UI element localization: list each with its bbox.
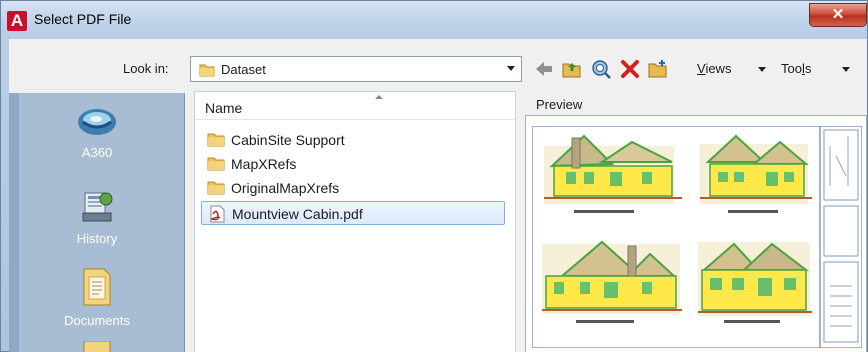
- search-web-icon[interactable]: [591, 59, 613, 79]
- file-name: Mountview Cabin.pdf: [232, 206, 363, 222]
- title-bar[interactable]: A Select PDF File ✕: [1, 1, 867, 39]
- chevron-down-icon: [507, 66, 515, 71]
- column-header-label: Name: [205, 100, 243, 116]
- back-arrow-icon[interactable]: [533, 59, 555, 79]
- place-label: Documents: [64, 313, 130, 328]
- file-list[interactable]: Name CabinSite Support MapXRefs Original…: [194, 91, 516, 352]
- place-history[interactable]: History: [19, 189, 175, 246]
- preview-label: Preview: [536, 97, 583, 112]
- look-in-value: Dataset: [221, 62, 266, 77]
- look-in-toolbar: Look in: Dataset Views Tools: [9, 53, 867, 85]
- pdf-file-icon: [209, 205, 225, 223]
- views-chevron-down-icon[interactable]: [758, 67, 766, 72]
- folder-icon: [83, 341, 111, 352]
- new-folder-icon[interactable]: [647, 59, 669, 79]
- list-item[interactable]: CabinSite Support: [201, 128, 505, 152]
- autocad-app-icon: A: [7, 11, 27, 31]
- tools-button[interactable]: Tools: [781, 61, 811, 76]
- documents-icon: [83, 268, 111, 306]
- place-a360[interactable]: A360: [19, 105, 175, 160]
- list-item-selected[interactable]: Mountview Cabin.pdf: [201, 201, 505, 225]
- file-name: MapXRefs: [231, 156, 297, 172]
- places-bar: A360 History Documents: [9, 93, 185, 352]
- places-panel: A360 History Documents: [19, 93, 175, 352]
- column-header-name[interactable]: Name: [195, 92, 515, 120]
- tools-chevron-down-icon[interactable]: [842, 67, 850, 72]
- up-folder-icon[interactable]: [561, 59, 583, 79]
- list-item[interactable]: MapXRefs: [201, 152, 505, 176]
- file-name: CabinSite Support: [231, 132, 345, 148]
- select-pdf-file-dialog: A Select PDF File ✕ Look in: Dataset Vie…: [0, 0, 868, 352]
- list-item[interactable]: OriginalMapXrefs: [201, 176, 505, 200]
- place-label: A360: [81, 145, 113, 160]
- delete-icon[interactable]: [619, 59, 641, 79]
- look-in-label: Look in:: [123, 61, 169, 76]
- folder-icon: [207, 157, 225, 171]
- preview-pane: [525, 115, 867, 352]
- close-button[interactable]: ✕: [809, 3, 867, 27]
- place-documents[interactable]: Documents: [19, 265, 175, 328]
- sort-ascending-icon: [375, 95, 383, 99]
- place-label: History: [76, 231, 118, 246]
- views-button[interactable]: Views: [697, 61, 731, 76]
- pdf-preview-thumbnail: [532, 126, 862, 348]
- dialog-body: Look in: Dataset Views Tools A360 Histor…: [9, 39, 867, 352]
- place-next[interactable]: [19, 341, 175, 352]
- folder-icon: [199, 64, 215, 77]
- folder-icon: [207, 133, 225, 147]
- history-icon: [82, 192, 113, 222]
- look-in-dropdown[interactable]: Dataset: [190, 56, 522, 82]
- window-title: Select PDF File: [34, 11, 132, 27]
- a360-icon: [78, 109, 116, 135]
- file-name: OriginalMapXrefs: [231, 180, 340, 196]
- folder-icon: [207, 181, 225, 195]
